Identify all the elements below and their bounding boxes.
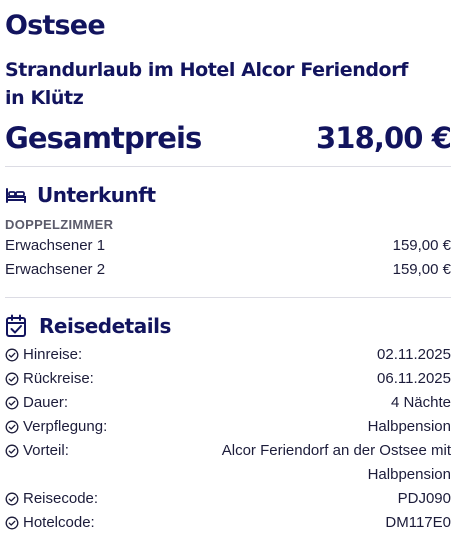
travel-details-header: Reisedetails xyxy=(5,314,171,338)
traveler-price: 159,00 € xyxy=(392,237,451,254)
total-price-row: Gesamtpreis 318,00 € xyxy=(5,118,452,158)
check-circle-icon xyxy=(5,516,19,530)
detail-label: Hotelcode: xyxy=(23,514,95,531)
check-circle-icon xyxy=(5,372,19,386)
bed-icon xyxy=(5,186,27,204)
detail-value: PDJ090 xyxy=(397,490,451,507)
detail-row: Hotelcode: DM117E0 xyxy=(5,511,451,535)
check-circle-icon xyxy=(5,492,19,506)
detail-value: 02.11.2025 xyxy=(377,346,451,363)
region-title: Ostsee xyxy=(5,10,106,41)
divider xyxy=(5,166,451,167)
check-circle-icon xyxy=(5,348,19,362)
detail-row: Verpflegung: Halbpension xyxy=(5,415,451,439)
detail-value: Halbpension xyxy=(367,418,451,435)
detail-value: 06.11.2025 xyxy=(377,370,451,387)
detail-label: Verpflegung: xyxy=(23,418,108,435)
detail-row: Reisecode: PDJ090 xyxy=(5,487,451,511)
detail-label: Rückreise: xyxy=(23,370,94,387)
detail-row: Vorteil: Alcor Feriendorf an der Ostsee … xyxy=(5,439,451,487)
accommodation-header: Unterkunft xyxy=(5,183,156,207)
detail-row: Dauer: 4 Nächte xyxy=(5,391,451,415)
traveler-label: Erwachsener 2 xyxy=(5,261,106,278)
traveler-label: Erwachsener 1 xyxy=(5,237,106,254)
detail-label: Vorteil: xyxy=(23,442,69,459)
detail-row: Hinreise: 02.11.2025 xyxy=(5,343,451,367)
detail-label: Reisecode: xyxy=(23,490,99,507)
traveler-price: 159,00 € xyxy=(392,261,451,278)
detail-row: Rückreise: 06.11.2025 xyxy=(5,367,451,391)
detail-label: Dauer: xyxy=(23,394,69,411)
calendar-check-icon xyxy=(5,314,27,338)
detail-value: 4 Nächte xyxy=(390,394,451,411)
total-price-value: 318,00 € xyxy=(316,121,452,155)
divider xyxy=(5,297,451,298)
detail-value: DM117E0 xyxy=(385,514,451,531)
check-circle-icon xyxy=(5,396,19,410)
room-type-label: DOPPELZIMMER xyxy=(5,217,114,232)
total-price-label: Gesamtpreis xyxy=(5,121,202,155)
check-circle-icon xyxy=(5,444,19,458)
accommodation-title: Unterkunft xyxy=(37,183,156,207)
price-row: Erwachsener 2 159,00 € xyxy=(5,258,451,282)
detail-label: Hinreise: xyxy=(23,346,83,363)
price-row: Erwachsener 1 159,00 € xyxy=(5,234,451,258)
travel-details-title: Reisedetails xyxy=(39,314,171,338)
check-circle-icon xyxy=(5,420,19,434)
offer-subtitle: Strandurlaub im Hotel Alcor Feriendorf i… xyxy=(5,59,409,109)
detail-value: Alcor Feriendorf an der Ostsee mit Halbp… xyxy=(221,442,451,483)
